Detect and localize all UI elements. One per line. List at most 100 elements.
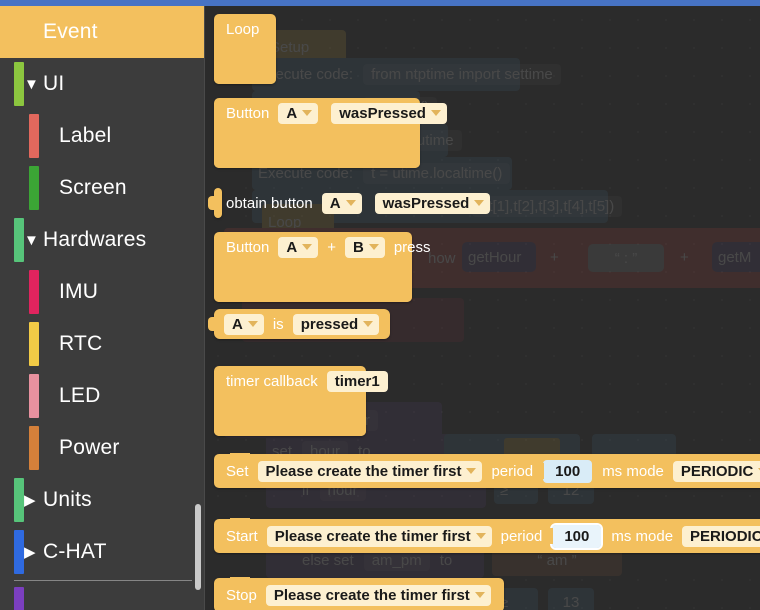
is-label: is: [267, 316, 290, 333]
dropdown-value: pressed: [301, 316, 359, 333]
flyout-block-timer-callback[interactable]: timer callback timer1: [214, 366, 366, 436]
plus-label: +: [321, 239, 342, 256]
sidebar-item-event[interactable]: Event: [0, 6, 204, 58]
button-a-dropdown[interactable]: A: [278, 237, 318, 258]
flyout-block-timer-start[interactable]: Start Please create the timer first peri…: [214, 519, 760, 553]
flyout-block-button-is-pressed[interactable]: A is pressed: [214, 309, 390, 339]
period-value: 100: [555, 463, 580, 480]
block-label: Stop: [214, 587, 263, 604]
sidebar-scrollbar[interactable]: [195, 504, 201, 590]
category-color-swatch: [14, 218, 24, 262]
dropdown-value: wasPressed: [339, 105, 426, 122]
block-head: Button A + B press: [214, 232, 412, 262]
chevron-down-icon: [363, 321, 373, 327]
ms-mode-label: ms mode: [596, 463, 670, 480]
mode-dropdown[interactable]: PERIODIC: [673, 461, 760, 482]
dropdown-value: Please create the timer first: [266, 463, 462, 480]
sidebar-item-label: UI: [43, 72, 64, 96]
category-color-swatch: [29, 166, 39, 210]
button-b-dropdown[interactable]: B: [345, 237, 385, 258]
block-label: obtain button: [214, 195, 319, 212]
sidebar-item-hardwares[interactable]: ▼ Hardwares: [0, 214, 204, 266]
sidebar-item-label: C-HAT: [43, 540, 107, 564]
sidebar-item-label: Power: [59, 436, 120, 460]
dropdown-value: PERIODIC: [690, 528, 760, 545]
timer-select-dropdown[interactable]: Please create the timer first: [258, 461, 483, 482]
period-value: 100: [564, 528, 589, 545]
category-color-swatch: [14, 478, 24, 522]
block-c-slot: [214, 396, 366, 436]
chevron-down-icon: [346, 200, 356, 206]
block-c-slot: [214, 128, 420, 168]
chevron-down-icon: [476, 533, 486, 539]
timer-name-field[interactable]: timer1: [327, 371, 388, 392]
category-color-swatch: [29, 270, 39, 314]
dropdown-value: A: [286, 239, 297, 256]
block-label: timer callback: [214, 373, 324, 390]
event-dropdown[interactable]: wasPressed: [331, 103, 447, 124]
state-dropdown[interactable]: pressed: [293, 314, 380, 335]
sidebar-item-label: Event: [43, 20, 98, 44]
dropdown-value: Please create the timer first: [275, 528, 471, 545]
sidebar-item-units[interactable]: ▶Units: [0, 474, 204, 526]
flyout-block-timer-set[interactable]: Set Please create the timer first period…: [214, 454, 760, 488]
button-dropdown[interactable]: A: [224, 314, 264, 335]
block-label: Button: [214, 239, 275, 256]
chevron-down-icon: [431, 110, 441, 116]
flyout-block-button-combo[interactable]: Button A + B press: [214, 232, 412, 302]
sidebar-item-led[interactable]: LED: [0, 370, 204, 422]
sidebar-item-label: Hardwares: [43, 228, 146, 252]
block-label: Loop: [214, 21, 265, 38]
category-color-swatch: [29, 426, 39, 470]
button-dropdown[interactable]: A: [322, 193, 362, 214]
dropdown-value: timer1: [335, 373, 380, 390]
chevron-down-icon: [474, 200, 484, 206]
period-label: period: [485, 463, 539, 480]
block-head: Loop: [214, 14, 276, 44]
flyout-block-loop[interactable]: Loop: [214, 14, 276, 84]
dropdown-value: Please create the timer first: [274, 587, 470, 604]
chevron-right-icon[interactable]: ▶: [24, 545, 36, 560]
period-input[interactable]: 100: [543, 460, 592, 483]
event-dropdown[interactable]: wasPressed: [375, 193, 491, 214]
sidebar-item-imu[interactable]: IMU: [0, 266, 204, 318]
sidebar-item-rtc[interactable]: RTC: [0, 318, 204, 370]
chevron-down-icon: [475, 592, 485, 598]
dropdown-value: A: [330, 195, 341, 212]
dropdown-value: PERIODIC: [681, 463, 754, 480]
period-input[interactable]: 100: [552, 525, 601, 548]
flyout-block-timer-stop[interactable]: Stop Please create the timer first: [214, 578, 504, 610]
sidebar-item-screen[interactable]: Screen: [0, 162, 204, 214]
blockly-workspace[interactable]: Setup Execute code: from ntptime import …: [204, 6, 760, 610]
toolbox-sidebar[interactable]: Event ▼ UI LabelScreen ▼ Hardwares IMU RTC LED Po…: [0, 6, 205, 610]
category-color-swatch: [14, 530, 24, 574]
chevron-down-icon[interactable]: ▼: [24, 233, 39, 248]
sidebar-item-label: LED: [59, 384, 100, 408]
chevron-down-icon: [248, 321, 258, 327]
block-label: Set: [214, 463, 255, 480]
flyout-block-obtain-button[interactable]: obtain button A wasPressed: [214, 188, 222, 218]
sidebar-item-c-hat[interactable]: ▶ C-HAT: [0, 526, 204, 578]
timer-select-dropdown[interactable]: Please create the timer first: [266, 585, 491, 606]
sidebar-item-label: IMU: [59, 280, 98, 304]
app-root: Setup Execute code: from ntptime import …: [0, 0, 760, 610]
sidebar-item-partial[interactable]: [0, 581, 204, 610]
period-label: period: [495, 528, 549, 545]
dropdown-value: A: [286, 105, 297, 122]
block-label: Start: [214, 528, 264, 545]
category-color-swatch: [29, 114, 39, 158]
puzzle-tab-icon: [536, 463, 544, 479]
dropdown-value: A: [232, 316, 243, 333]
chevron-right-icon[interactable]: ▶: [24, 493, 36, 508]
sidebar-item-power[interactable]: Power: [0, 422, 204, 474]
timer-select-dropdown[interactable]: Please create the timer first: [267, 526, 492, 547]
category-color-swatch: [14, 587, 24, 610]
mode-dropdown[interactable]: PERIODIC: [682, 526, 760, 547]
puzzle-tab-icon: [208, 196, 215, 210]
chevron-down-icon[interactable]: ▼: [24, 77, 39, 92]
sidebar-item-label[interactable]: Label: [0, 110, 204, 162]
sidebar-item-ui[interactable]: ▼ UI: [0, 58, 204, 110]
flyout-block-button-was-pressed[interactable]: Button A wasPressed: [214, 98, 420, 168]
button-dropdown[interactable]: A: [278, 103, 318, 124]
ms-mode-label: ms mode: [605, 528, 679, 545]
